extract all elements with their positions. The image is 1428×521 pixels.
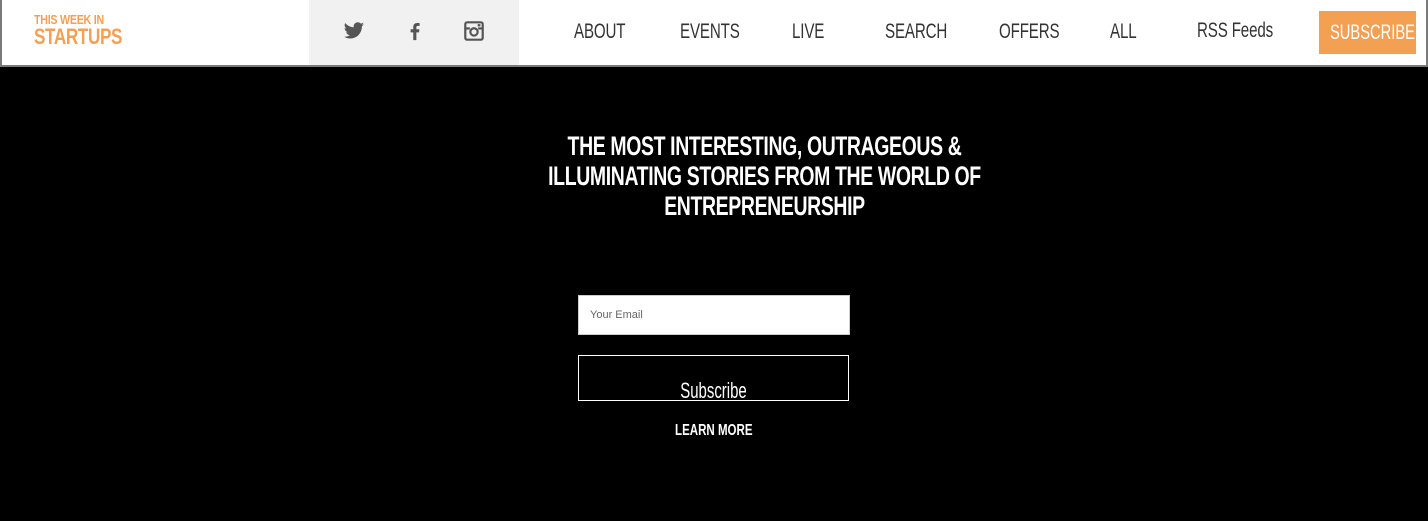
twitter-icon[interactable] xyxy=(343,20,367,44)
learn-more-label: LEARN MORE xyxy=(675,422,753,439)
site-logo[interactable]: THIS WEEK IN STARTUPS xyxy=(34,13,147,48)
nav-about[interactable]: ABOUT xyxy=(574,20,626,44)
header-subscribe-button[interactable]: SUBSCRIBE xyxy=(1319,11,1416,54)
hero-title: THE MOST INTERESTING, OUTRAGEOUS & ILLUM… xyxy=(464,131,981,221)
nav-offers[interactable]: OFFERS xyxy=(999,20,1060,44)
nav-events[interactable]: EVENTS xyxy=(680,20,740,44)
logo-line-2: STARTUPS xyxy=(34,24,123,49)
subscribe-button[interactable]: Subscribe xyxy=(578,355,849,403)
learn-more-link[interactable]: LEARN MORE xyxy=(614,422,814,440)
header-subscribe-label: SUBSCRIBE xyxy=(1330,21,1415,44)
facebook-icon[interactable] xyxy=(404,20,428,44)
nav-rss-feeds[interactable]: RSS Feeds xyxy=(1197,19,1273,43)
nav-all[interactable]: ALL xyxy=(1110,20,1137,44)
hero-title-line-1: THE MOST INTERESTING, OUTRAGEOUS & xyxy=(567,131,962,161)
email-input[interactable] xyxy=(578,295,850,335)
hero-title-line-3: ENTREPRENEURSHIP xyxy=(664,191,865,221)
site-header: THIS WEEK IN STARTUPS ABOUT EVENTS LIVE … xyxy=(0,0,1428,67)
instagram-icon[interactable] xyxy=(463,20,487,44)
nav-search[interactable]: SEARCH xyxy=(885,20,947,44)
subscribe-button-label: Subscribe xyxy=(680,378,747,403)
nav-live[interactable]: LIVE xyxy=(792,20,824,44)
hero-title-line-2: ILLUMINATING STORIES FROM THE WORLD OF xyxy=(548,161,981,191)
social-links xyxy=(309,0,519,65)
